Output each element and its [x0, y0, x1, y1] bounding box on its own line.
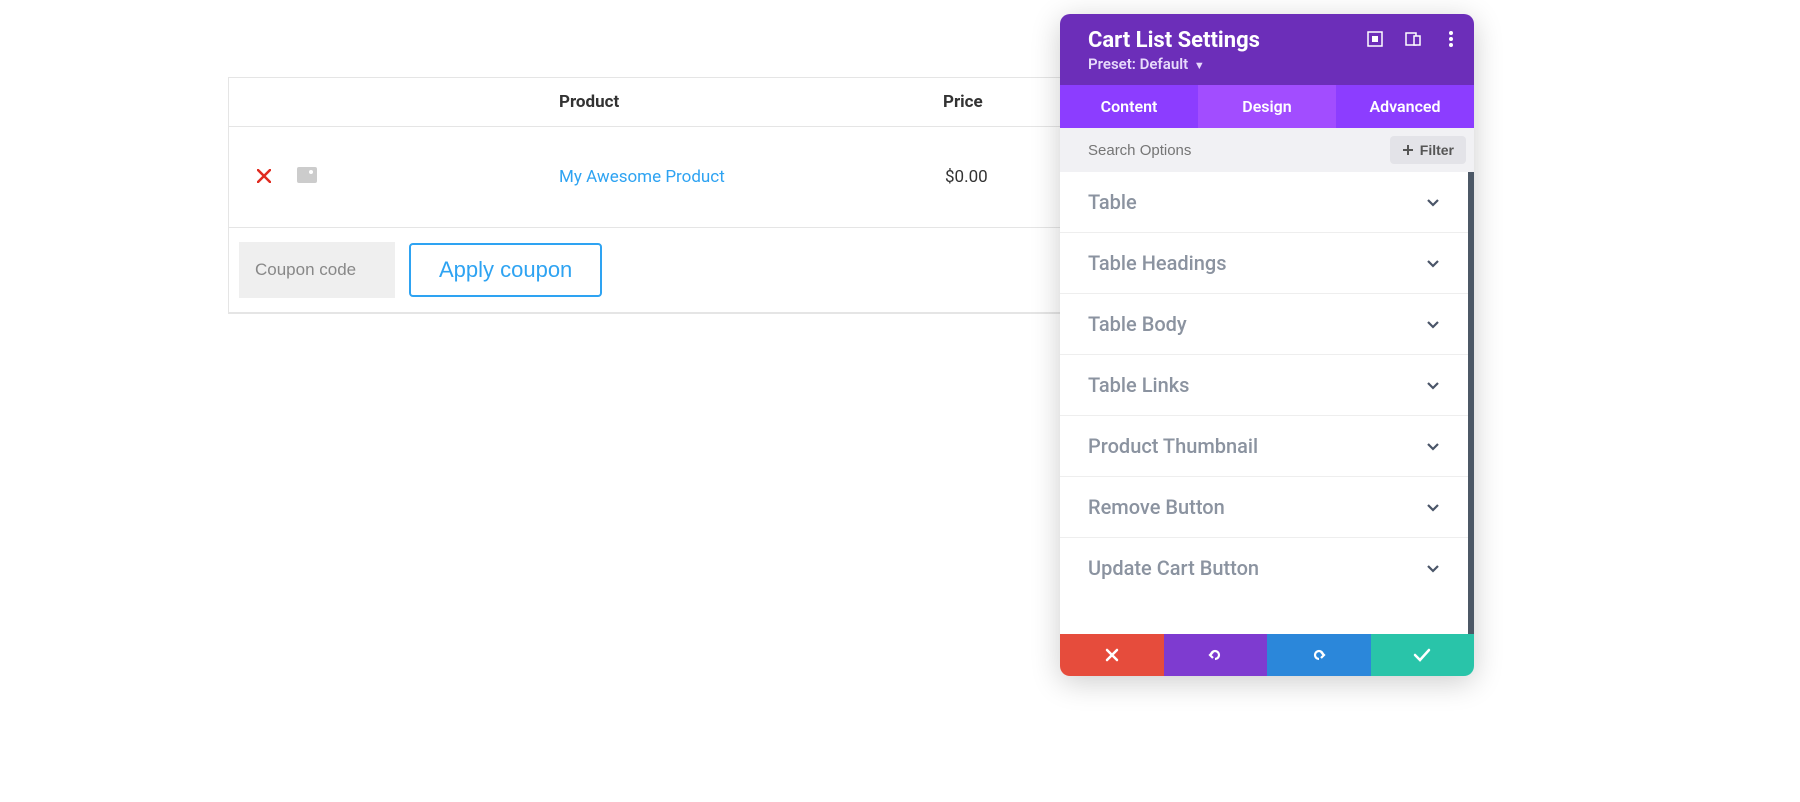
section-label: Remove Button	[1088, 495, 1225, 519]
close-icon	[257, 169, 271, 183]
redo-icon	[1311, 647, 1327, 663]
tab-design[interactable]: Design	[1198, 85, 1336, 128]
section-remove-button[interactable]: Remove Button	[1060, 477, 1468, 538]
section-label: Table Headings	[1088, 251, 1227, 275]
caret-down-icon: ▼	[1194, 59, 1205, 72]
chevron-down-icon	[1426, 559, 1440, 578]
search-options-input[interactable]	[1088, 142, 1390, 159]
responsive-icon[interactable]	[1404, 30, 1422, 48]
redo-button[interactable]	[1267, 634, 1371, 676]
section-label: Table	[1088, 190, 1137, 214]
tab-content[interactable]: Content	[1060, 85, 1198, 128]
section-table[interactable]: Table	[1060, 172, 1468, 233]
section-label: Table Body	[1088, 312, 1187, 336]
preset-label: Preset: Default	[1088, 55, 1188, 73]
remove-item-button[interactable]	[257, 167, 271, 188]
chevron-down-icon	[1426, 315, 1440, 334]
filter-label: Filter	[1420, 142, 1454, 158]
filter-button[interactable]: Filter	[1390, 136, 1466, 164]
col-thumb-header	[289, 78, 369, 127]
chevron-down-icon	[1426, 376, 1440, 395]
product-link[interactable]: My Awesome Product	[559, 167, 725, 187]
image-placeholder-icon	[297, 167, 317, 183]
cancel-button[interactable]	[1060, 634, 1164, 676]
close-icon	[1105, 648, 1119, 662]
section-table-headings[interactable]: Table Headings	[1060, 233, 1468, 294]
section-table-links[interactable]: Table Links	[1060, 355, 1468, 416]
section-table-body[interactable]: Table Body	[1060, 294, 1468, 355]
col-product-header: Product	[369, 78, 937, 127]
chevron-down-icon	[1426, 193, 1440, 212]
search-row: Filter	[1060, 128, 1474, 172]
chevron-down-icon	[1426, 254, 1440, 273]
tab-advanced[interactable]: Advanced	[1336, 85, 1474, 128]
sections-list[interactable]: Table Table Headings Table Body Table Li…	[1060, 172, 1474, 634]
coupon-code-input[interactable]	[239, 242, 395, 298]
chevron-down-icon	[1426, 437, 1440, 456]
check-icon	[1413, 648, 1431, 662]
panel-header: Cart List Settings Preset: Default ▼	[1060, 14, 1474, 85]
col-remove-header	[229, 78, 289, 127]
expand-icon[interactable]	[1366, 30, 1384, 48]
section-product-thumbnail[interactable]: Product Thumbnail	[1060, 416, 1468, 477]
apply-coupon-button[interactable]: Apply coupon	[409, 243, 602, 297]
preset-selector[interactable]: Preset: Default ▼	[1088, 55, 1454, 73]
panel-tabs: Content Design Advanced	[1060, 85, 1474, 128]
plus-icon	[1402, 144, 1414, 156]
panel-footer	[1060, 634, 1474, 676]
chevron-down-icon	[1426, 498, 1440, 517]
more-icon[interactable]	[1442, 30, 1460, 48]
save-button[interactable]	[1371, 634, 1475, 676]
section-update-cart-button[interactable]: Update Cart Button	[1060, 538, 1468, 598]
settings-panel: Cart List Settings Preset: Default ▼ Con…	[1060, 14, 1474, 676]
section-label: Product Thumbnail	[1088, 434, 1258, 458]
undo-icon	[1207, 647, 1223, 663]
undo-button[interactable]	[1164, 634, 1268, 676]
section-label: Update Cart Button	[1088, 556, 1259, 580]
section-label: Table Links	[1088, 373, 1189, 397]
